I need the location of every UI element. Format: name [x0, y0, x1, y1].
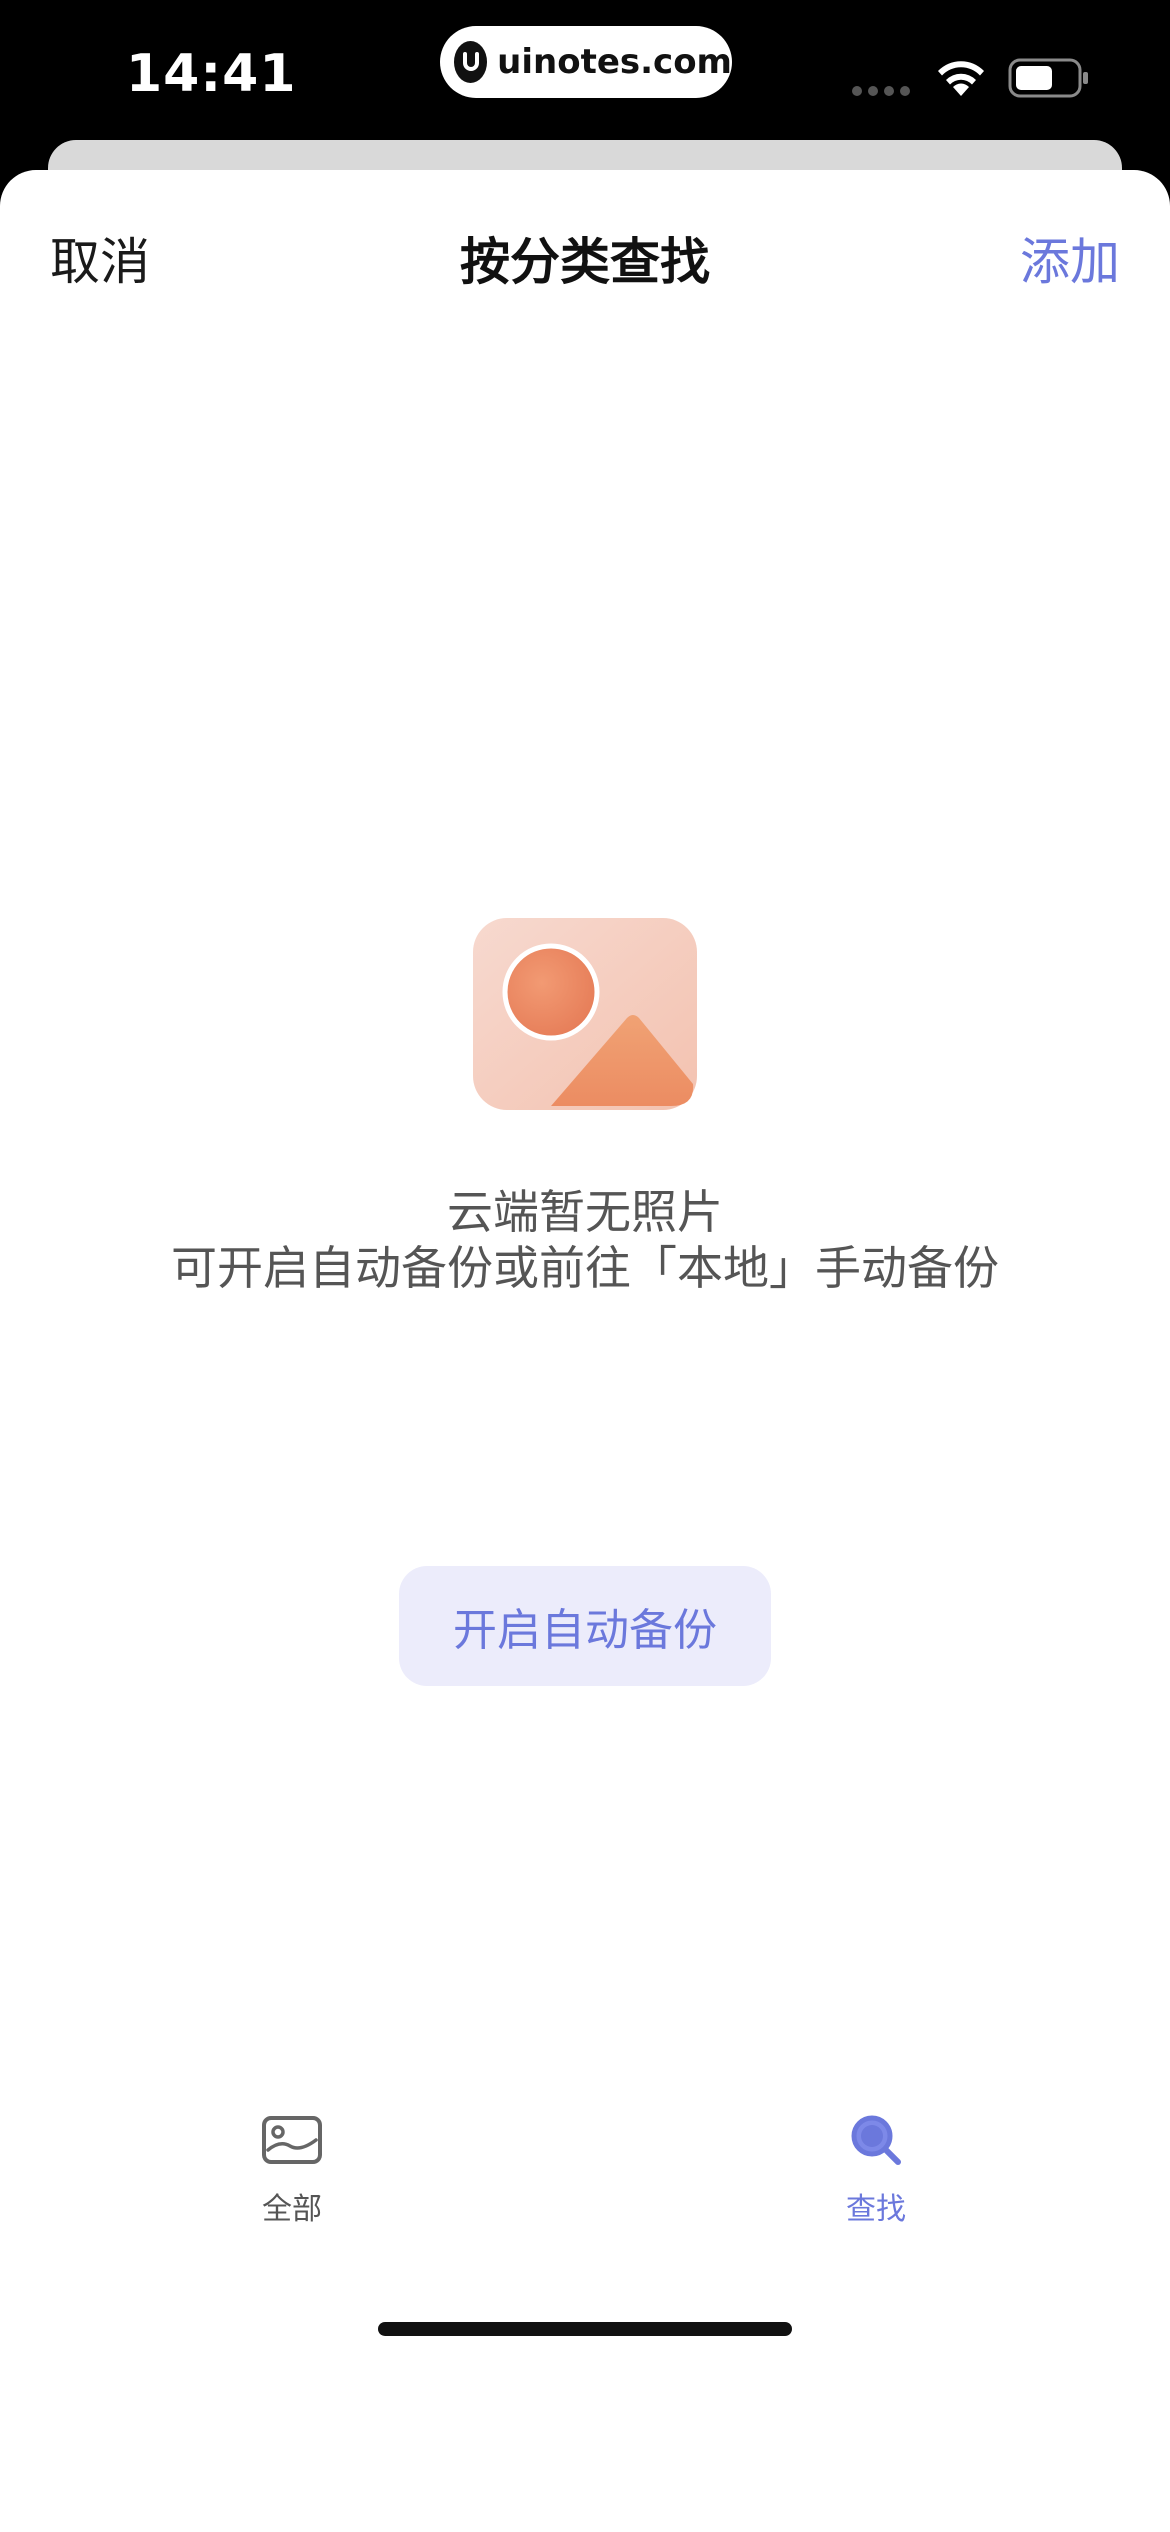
- url-text: uinotes.com: [497, 42, 732, 82]
- battery-icon: [1008, 58, 1088, 98]
- tab-all[interactable]: 全部: [192, 2110, 392, 2228]
- search-icon: [851, 2115, 901, 2165]
- add-button[interactable]: 添加: [1020, 222, 1120, 294]
- empty-state-subtitle: 可开启自动备份或前往「本地」手动备份: [171, 1241, 999, 1295]
- tab-find[interactable]: 查找: [776, 2110, 976, 2228]
- home-indicator[interactable]: [378, 2322, 792, 2336]
- screen: 14:41 uinotes.com 取消 按分类查找 添加 云端暂无照片 可开启…: [0, 0, 1170, 2532]
- page-title: 按分类查找: [460, 233, 710, 291]
- url-pill[interactable]: uinotes.com: [440, 26, 732, 98]
- tab-all-label: 全部: [262, 2192, 322, 2227]
- photo-card-icon: [262, 2116, 322, 2164]
- tab-bar: 全部 查找: [0, 2110, 1170, 2290]
- wifi-icon: [938, 61, 984, 96]
- status-time: 14:41: [126, 44, 297, 104]
- tab-find-label: 查找: [846, 2192, 906, 2227]
- nav-bar: 取消 按分类查找 添加: [0, 170, 1170, 340]
- category-search-sheet: 取消 按分类查找 添加 云端暂无照片 可开启自动备份或前往「本地」手动备份 开启…: [0, 170, 1170, 2532]
- status-bar: 14:41 uinotes.com: [0, 0, 1170, 140]
- enable-auto-backup-button[interactable]: 开启自动备份: [399, 1566, 771, 1686]
- empty-photo-illustration: [473, 918, 697, 1110]
- site-logo-icon: [454, 41, 488, 83]
- cellular-signal-icon: [852, 86, 910, 96]
